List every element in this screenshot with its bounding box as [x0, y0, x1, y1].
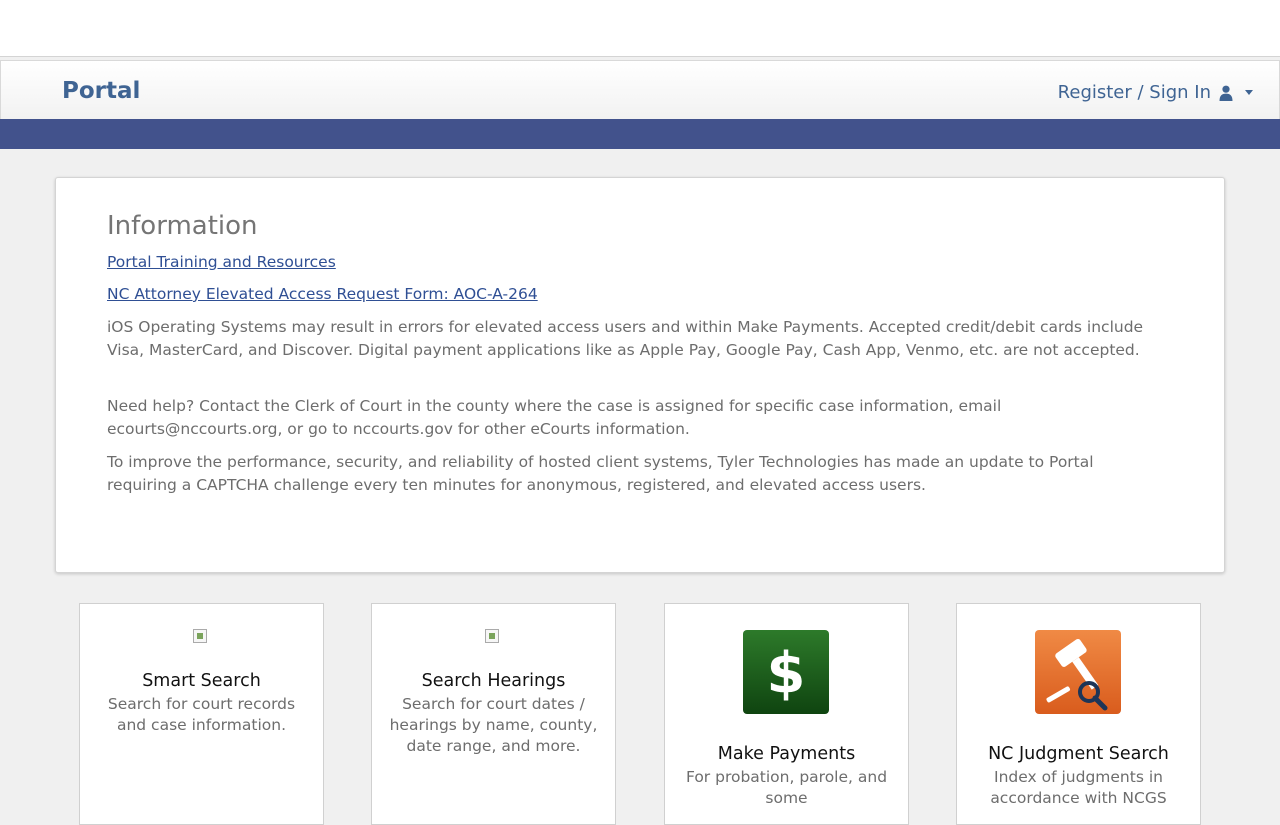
top-strip: [0, 0, 1280, 57]
tile-title: Make Payments: [717, 744, 856, 764]
svg-text:$: $: [767, 641, 806, 706]
info-paragraph-captcha: To improve the performance, security, an…: [107, 453, 1094, 494]
tile-description: Search for court records and case inform…: [107, 695, 296, 734]
attorney-elevated-access-link[interactable]: NC Attorney Elevated Access Request Form…: [107, 285, 538, 303]
info-paragraph-payments: iOS Operating Systems may result in erro…: [107, 318, 1144, 359]
register-signin-button[interactable]: Register / Sign In: [1058, 82, 1253, 103]
navbar: Portal Register / Sign In: [0, 60, 1280, 120]
tile-description: Search for court dates / hearings by nam…: [389, 695, 598, 755]
portal-training-link[interactable]: Portal Training and Resources: [107, 253, 336, 271]
broken-image-icon: [485, 629, 499, 643]
tile-title: Smart Search: [142, 671, 261, 691]
information-heading: Information: [107, 211, 258, 241]
caret-down-icon: [1245, 90, 1253, 95]
user-icon: [1219, 85, 1233, 101]
tile-title: NC Judgment Search: [988, 744, 1169, 764]
brand-link[interactable]: Portal: [62, 78, 140, 104]
dollar-icon: $: [743, 630, 829, 714]
header-band: [0, 119, 1280, 149]
broken-image-icon: [193, 629, 207, 643]
search-hearings-tile[interactable]: Search Hearings Search for court dates /…: [371, 603, 616, 825]
information-panel: Information Portal Training and Resource…: [55, 177, 1225, 573]
info-paragraph-help: Need help? Contact the Clerk of Court in…: [107, 397, 1002, 438]
tile-title: Search Hearings: [421, 671, 566, 691]
judgment-search-tile[interactable]: NC Judgment Search Index of judgments in…: [956, 603, 1201, 825]
smart-search-tile[interactable]: Smart Search Search for court records an…: [79, 603, 324, 825]
make-payments-tile[interactable]: $ Make Payments For probation, parole, a…: [664, 603, 909, 825]
tile-description: For probation, parole, and some: [685, 768, 888, 807]
tile-description: Index of judgments in accordance with NC…: [990, 768, 1167, 807]
signin-label: Register / Sign In: [1057, 82, 1211, 103]
gavel-search-icon: [1035, 630, 1121, 714]
